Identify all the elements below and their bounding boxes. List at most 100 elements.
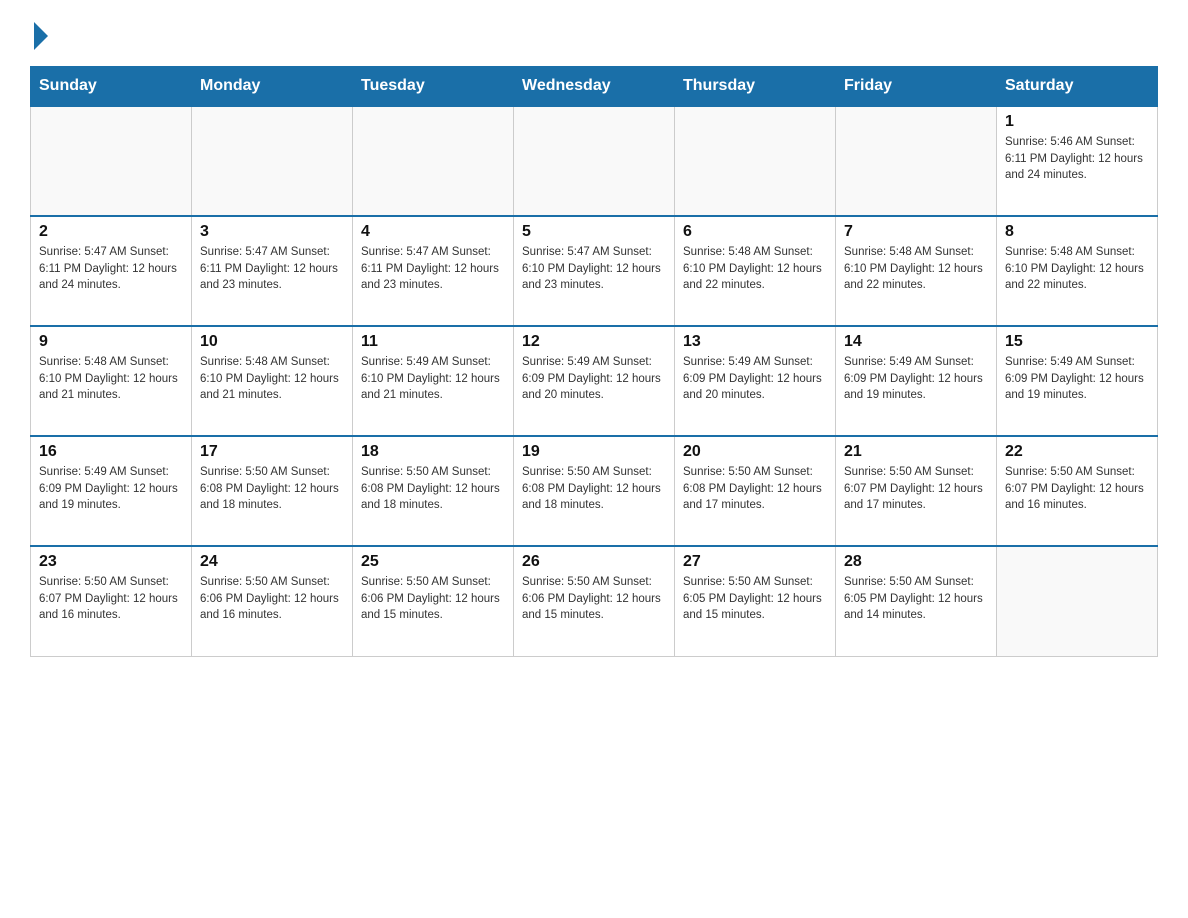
calendar-cell: 28 Sunrise: 5:50 AM Sunset: 6:05 PM Dayli… xyxy=(836,546,997,656)
calendar-cell: 6Sunrise: 5:48 AM Sunset: 6:10 PM Daylig… xyxy=(675,216,836,326)
calendar-table: SundayMondayTuesdayWednesdayThursdayFrid… xyxy=(30,66,1158,657)
day-number: 24 xyxy=(200,553,344,571)
weekday-header-sunday: Sunday xyxy=(31,67,192,107)
calendar-cell: 15 Sunrise: 5:49 AM Sunset: 6:09 PM Dayli… xyxy=(997,326,1158,436)
day-number: 9 xyxy=(39,333,183,351)
weekday-header-friday: Friday xyxy=(836,67,997,107)
day-info: Sunrise: 5:48 AM Sunset: 6:10 PM Dayligh… xyxy=(844,244,988,294)
day-number: 13 xyxy=(683,333,827,351)
weekday-header-thursday: Thursday xyxy=(675,67,836,107)
day-info: Sunrise: 5:49 AM Sunset: 6:10 PM Dayligh… xyxy=(361,354,505,404)
day-number: 21 xyxy=(844,443,988,461)
calendar-cell: 25 Sunrise: 5:50 AM Sunset: 6:06 PM Dayli… xyxy=(353,546,514,656)
day-number: 7 xyxy=(844,223,988,241)
day-info: Sunrise: 5:49 AM Sunset: 6:09 PM Dayligh… xyxy=(522,354,666,404)
day-info: Sunrise: 5:50 AM Sunset: 6:05 PM Dayligh… xyxy=(683,574,827,624)
weekday-header-row: SundayMondayTuesdayWednesdayThursdayFrid… xyxy=(31,67,1158,107)
page-header xyxy=(30,20,1158,46)
day-number: 11 xyxy=(361,333,505,351)
calendar-week-row: 16 Sunrise: 5:49 AM Sunset: 6:09 PM Dayli… xyxy=(31,436,1158,546)
day-number: 17 xyxy=(200,443,344,461)
day-info: Sunrise: 5:50 AM Sunset: 6:08 PM Dayligh… xyxy=(522,464,666,514)
day-info: Sunrise: 5:50 AM Sunset: 6:06 PM Dayligh… xyxy=(522,574,666,624)
day-number: 27 xyxy=(683,553,827,571)
day-number: 20 xyxy=(683,443,827,461)
calendar-cell xyxy=(353,106,514,216)
calendar-cell: 23 Sunrise: 5:50 AM Sunset: 6:07 PM Dayli… xyxy=(31,546,192,656)
day-number: 5 xyxy=(522,223,666,241)
day-info: Sunrise: 5:47 AM Sunset: 6:11 PM Dayligh… xyxy=(361,244,505,294)
calendar-cell: 5Sunrise: 5:47 AM Sunset: 6:10 PM Daylig… xyxy=(514,216,675,326)
day-number: 8 xyxy=(1005,223,1149,241)
weekday-header-tuesday: Tuesday xyxy=(353,67,514,107)
day-number: 19 xyxy=(522,443,666,461)
day-number: 16 xyxy=(39,443,183,461)
day-info: Sunrise: 5:50 AM Sunset: 6:07 PM Dayligh… xyxy=(844,464,988,514)
calendar-cell xyxy=(514,106,675,216)
calendar-cell: 19 Sunrise: 5:50 AM Sunset: 6:08 PM Dayli… xyxy=(514,436,675,546)
day-info: Sunrise: 5:50 AM Sunset: 6:08 PM Dayligh… xyxy=(361,464,505,514)
day-number: 12 xyxy=(522,333,666,351)
day-info: Sunrise: 5:49 AM Sunset: 6:09 PM Dayligh… xyxy=(39,464,183,514)
day-info: Sunrise: 5:50 AM Sunset: 6:07 PM Dayligh… xyxy=(39,574,183,624)
calendar-cell: 2 Sunrise: 5:47 AM Sunset: 6:11 PM Daylig… xyxy=(31,216,192,326)
day-number: 3 xyxy=(200,223,344,241)
calendar-cell: 22 Sunrise: 5:50 AM Sunset: 6:07 PM Dayli… xyxy=(997,436,1158,546)
weekday-header-monday: Monday xyxy=(192,67,353,107)
day-info: Sunrise: 5:48 AM Sunset: 6:10 PM Dayligh… xyxy=(683,244,827,294)
day-number: 18 xyxy=(361,443,505,461)
calendar-cell: 17Sunrise: 5:50 AM Sunset: 6:08 PM Dayli… xyxy=(192,436,353,546)
calendar-cell: 4 Sunrise: 5:47 AM Sunset: 6:11 PM Daylig… xyxy=(353,216,514,326)
day-number: 25 xyxy=(361,553,505,571)
day-number: 28 xyxy=(844,553,988,571)
logo-arrow-icon xyxy=(34,22,48,50)
day-info: Sunrise: 5:49 AM Sunset: 6:09 PM Dayligh… xyxy=(1005,354,1149,404)
calendar-week-row: 9 Sunrise: 5:48 AM Sunset: 6:10 PM Daylig… xyxy=(31,326,1158,436)
logo xyxy=(30,20,48,46)
calendar-cell: 12 Sunrise: 5:49 AM Sunset: 6:09 PM Dayli… xyxy=(514,326,675,436)
calendar-week-row: 23 Sunrise: 5:50 AM Sunset: 6:07 PM Dayli… xyxy=(31,546,1158,656)
day-info: Sunrise: 5:50 AM Sunset: 6:06 PM Dayligh… xyxy=(200,574,344,624)
weekday-header-saturday: Saturday xyxy=(997,67,1158,107)
day-number: 4 xyxy=(361,223,505,241)
calendar-cell: 21 Sunrise: 5:50 AM Sunset: 6:07 PM Dayli… xyxy=(836,436,997,546)
calendar-week-row: 2 Sunrise: 5:47 AM Sunset: 6:11 PM Daylig… xyxy=(31,216,1158,326)
day-info: Sunrise: 5:48 AM Sunset: 6:10 PM Dayligh… xyxy=(1005,244,1149,294)
day-number: 1 xyxy=(1005,113,1149,131)
day-info: Sunrise: 5:47 AM Sunset: 6:11 PM Dayligh… xyxy=(200,244,344,294)
day-info: Sunrise: 5:50 AM Sunset: 6:06 PM Dayligh… xyxy=(361,574,505,624)
day-number: 23 xyxy=(39,553,183,571)
calendar-cell xyxy=(192,106,353,216)
calendar-week-row: 1Sunrise: 5:46 AM Sunset: 6:11 PM Daylig… xyxy=(31,106,1158,216)
calendar-cell: 14 Sunrise: 5:49 AM Sunset: 6:09 PM Dayli… xyxy=(836,326,997,436)
day-info: Sunrise: 5:48 AM Sunset: 6:10 PM Dayligh… xyxy=(200,354,344,404)
calendar-cell: 9 Sunrise: 5:48 AM Sunset: 6:10 PM Daylig… xyxy=(31,326,192,436)
calendar-cell: 24 Sunrise: 5:50 AM Sunset: 6:06 PM Dayli… xyxy=(192,546,353,656)
day-info: Sunrise: 5:49 AM Sunset: 6:09 PM Dayligh… xyxy=(844,354,988,404)
weekday-header-wednesday: Wednesday xyxy=(514,67,675,107)
day-info: Sunrise: 5:48 AM Sunset: 6:10 PM Dayligh… xyxy=(39,354,183,404)
day-info: Sunrise: 5:50 AM Sunset: 6:05 PM Dayligh… xyxy=(844,574,988,624)
day-number: 14 xyxy=(844,333,988,351)
calendar-cell: 27 Sunrise: 5:50 AM Sunset: 6:05 PM Dayli… xyxy=(675,546,836,656)
calendar-cell: 13 Sunrise: 5:49 AM Sunset: 6:09 PM Dayli… xyxy=(675,326,836,436)
day-number: 26 xyxy=(522,553,666,571)
calendar-cell: 1Sunrise: 5:46 AM Sunset: 6:11 PM Daylig… xyxy=(997,106,1158,216)
calendar-cell: 11 Sunrise: 5:49 AM Sunset: 6:10 PM Dayli… xyxy=(353,326,514,436)
day-info: Sunrise: 5:49 AM Sunset: 6:09 PM Dayligh… xyxy=(683,354,827,404)
calendar-cell: 3 Sunrise: 5:47 AM Sunset: 6:11 PM Daylig… xyxy=(192,216,353,326)
day-number: 22 xyxy=(1005,443,1149,461)
calendar-cell xyxy=(997,546,1158,656)
day-info: Sunrise: 5:50 AM Sunset: 6:07 PM Dayligh… xyxy=(1005,464,1149,514)
calendar-cell: 10 Sunrise: 5:48 AM Sunset: 6:10 PM Dayli… xyxy=(192,326,353,436)
day-number: 10 xyxy=(200,333,344,351)
calendar-cell xyxy=(31,106,192,216)
day-info: Sunrise: 5:47 AM Sunset: 6:11 PM Dayligh… xyxy=(39,244,183,294)
calendar-cell: 16 Sunrise: 5:49 AM Sunset: 6:09 PM Dayli… xyxy=(31,436,192,546)
calendar-cell: 26 Sunrise: 5:50 AM Sunset: 6:06 PM Dayli… xyxy=(514,546,675,656)
calendar-cell: 18 Sunrise: 5:50 AM Sunset: 6:08 PM Dayli… xyxy=(353,436,514,546)
calendar-cell xyxy=(836,106,997,216)
day-number: 2 xyxy=(39,223,183,241)
calendar-cell: 20Sunrise: 5:50 AM Sunset: 6:08 PM Dayli… xyxy=(675,436,836,546)
day-number: 15 xyxy=(1005,333,1149,351)
